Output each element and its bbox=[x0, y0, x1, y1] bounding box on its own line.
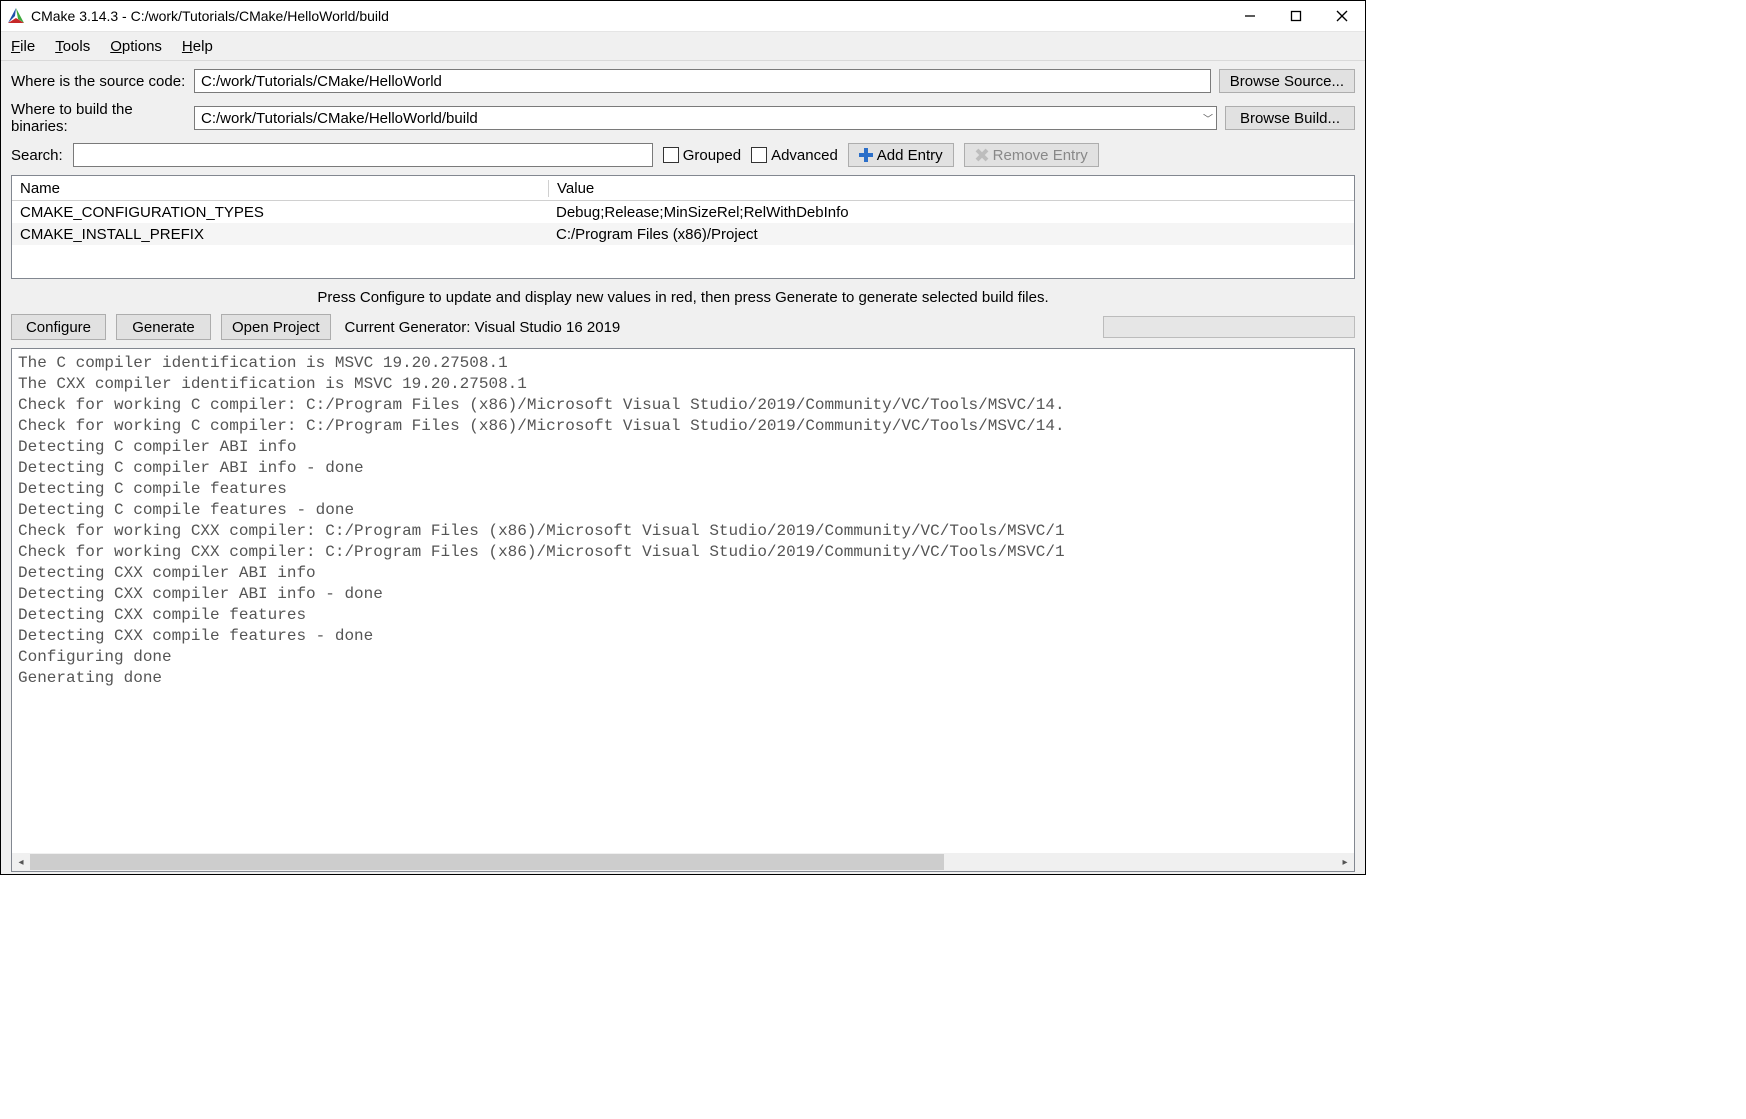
cache-entry-name: CMAKE_INSTALL_PREFIX bbox=[12, 226, 548, 243]
table-row[interactable]: CMAKE_CONFIGURATION_TYPESDebug;Release;M… bbox=[12, 201, 1354, 223]
maximize-button[interactable] bbox=[1273, 1, 1319, 31]
cache-entry-value: C:/Program Files (x86)/Project bbox=[548, 226, 1354, 243]
cache-table[interactable]: Name Value CMAKE_CONFIGURATION_TYPESDebu… bbox=[11, 175, 1355, 279]
search-row: Search: Grouped Advanced Add Entry bbox=[11, 143, 1355, 167]
menu-file[interactable]: File bbox=[11, 38, 35, 55]
close-button[interactable] bbox=[1319, 1, 1365, 31]
x-icon bbox=[975, 148, 989, 162]
cache-entry-value: Debug;Release;MinSizeRel;RelWithDebInfo bbox=[548, 204, 1354, 221]
cache-entry-name: CMAKE_CONFIGURATION_TYPES bbox=[12, 204, 548, 221]
table-row[interactable]: CMAKE_INSTALL_PREFIXC:/Program Files (x8… bbox=[12, 223, 1354, 245]
generator-label: Current Generator: Visual Studio 16 2019 bbox=[345, 319, 621, 336]
build-input[interactable] bbox=[194, 106, 1217, 130]
search-label: Search: bbox=[11, 147, 63, 164]
build-label: Where to build the binaries: bbox=[11, 101, 186, 135]
advanced-label: Advanced bbox=[771, 147, 838, 164]
column-value[interactable]: Value bbox=[549, 180, 1354, 197]
minimize-button[interactable] bbox=[1227, 1, 1273, 31]
progress-bar bbox=[1103, 316, 1355, 338]
remove-entry-button[interactable]: Remove Entry bbox=[964, 143, 1099, 167]
configure-button[interactable]: Configure bbox=[11, 314, 106, 340]
open-project-button[interactable]: Open Project bbox=[221, 314, 331, 340]
titlebar: CMake 3.14.3 - C:/work/Tutorials/CMake/H… bbox=[1, 1, 1365, 32]
advanced-checkbox[interactable]: Advanced bbox=[751, 147, 838, 164]
add-entry-label: Add Entry bbox=[877, 147, 943, 164]
menubar: File Tools Options Help bbox=[1, 32, 1365, 61]
browse-build-button[interactable]: Browse Build... bbox=[1225, 106, 1355, 130]
horizontal-scrollbar[interactable]: ◂ ▸ bbox=[12, 853, 1354, 871]
scroll-track[interactable] bbox=[30, 853, 1336, 871]
cache-header: Name Value bbox=[12, 176, 1354, 201]
grouped-checkbox[interactable]: Grouped bbox=[663, 147, 741, 164]
menu-help[interactable]: Help bbox=[182, 38, 213, 55]
action-row: Configure Generate Open Project Current … bbox=[11, 314, 1355, 340]
checkbox-icon bbox=[751, 147, 767, 163]
source-row: Where is the source code: Browse Source.… bbox=[11, 69, 1355, 93]
search-input[interactable] bbox=[73, 143, 653, 167]
generate-button[interactable]: Generate bbox=[116, 314, 211, 340]
cmake-gui-window: CMake 3.14.3 - C:/work/Tutorials/CMake/H… bbox=[0, 0, 1366, 875]
checkbox-icon bbox=[663, 147, 679, 163]
add-entry-button[interactable]: Add Entry bbox=[848, 143, 954, 167]
column-name[interactable]: Name bbox=[12, 180, 549, 197]
menu-tools[interactable]: Tools bbox=[55, 38, 90, 55]
scroll-left-icon[interactable]: ◂ bbox=[12, 853, 30, 871]
hint-text: Press Configure to update and display ne… bbox=[11, 287, 1355, 306]
scroll-right-icon[interactable]: ▸ bbox=[1336, 853, 1354, 871]
scroll-thumb[interactable] bbox=[30, 854, 944, 870]
plus-icon bbox=[859, 148, 873, 162]
remove-entry-label: Remove Entry bbox=[993, 147, 1088, 164]
browse-source-button[interactable]: Browse Source... bbox=[1219, 69, 1355, 93]
window-title: CMake 3.14.3 - C:/work/Tutorials/CMake/H… bbox=[31, 8, 389, 24]
source-input[interactable] bbox=[194, 69, 1211, 93]
menu-options[interactable]: Options bbox=[110, 38, 162, 55]
output-text[interactable]: The C compiler identification is MSVC 19… bbox=[12, 349, 1354, 853]
build-row: Where to build the binaries: ﹀ Browse Bu… bbox=[11, 101, 1355, 135]
grouped-label: Grouped bbox=[683, 147, 741, 164]
source-label: Where is the source code: bbox=[11, 73, 186, 90]
output-pane: The C compiler identification is MSVC 19… bbox=[11, 348, 1355, 872]
client-area: Where is the source code: Browse Source.… bbox=[1, 61, 1365, 874]
cmake-icon bbox=[7, 7, 25, 25]
